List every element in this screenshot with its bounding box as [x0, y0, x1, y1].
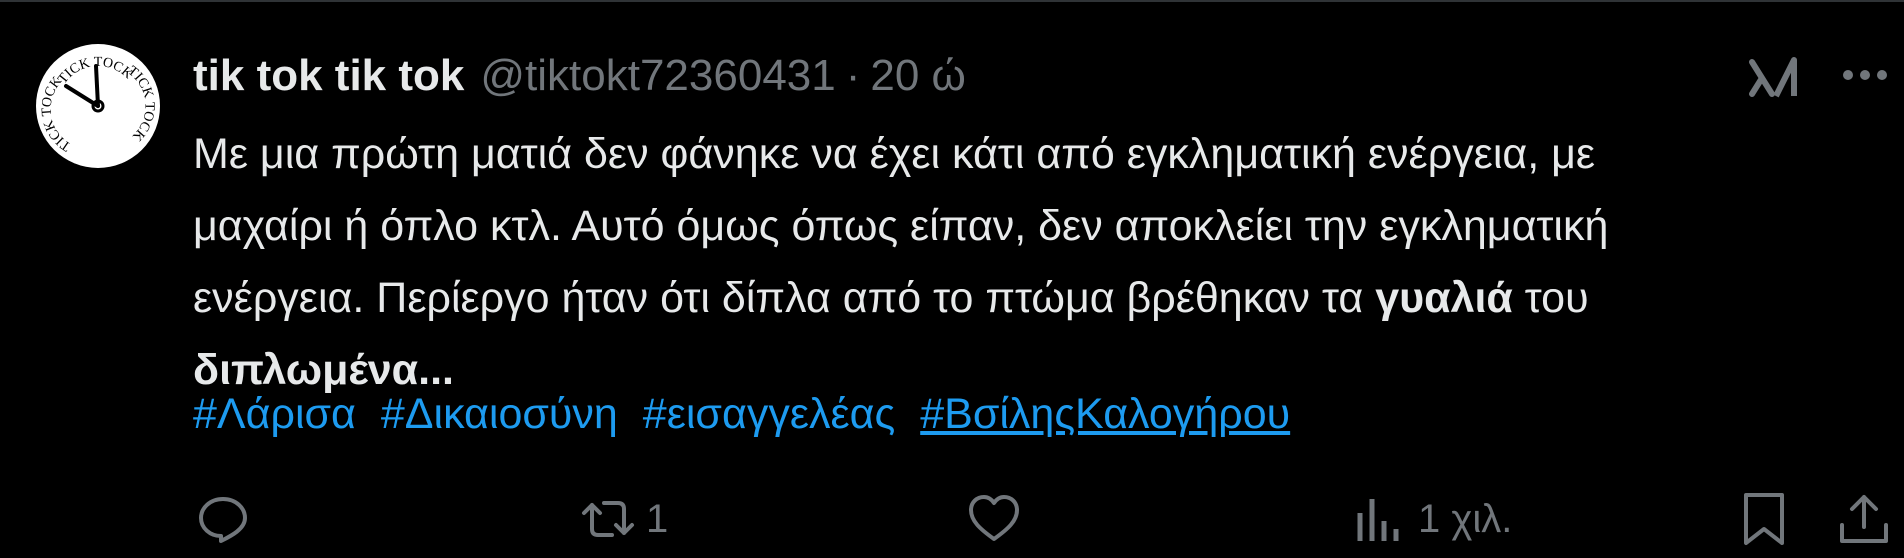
retweet-count: 1 [646, 496, 669, 541]
tweet-text-line-2: μαχαίρι ή όπλο κτλ. Αυτό όμως όπως είπαν… [193, 202, 1609, 250]
tweet-text-line-1: Με μια πρώτη ματιά δεν φάνηκε να έχει κά… [193, 130, 1596, 178]
clock-logo: TICK TOCK TICK TOCK TICK TOCK [38, 46, 158, 166]
tweet-text-segment: ενέργεια. Περίεργο ήταν ότι δίπλα από το… [193, 274, 1376, 322]
views-button[interactable]: 1 χιλ. [1352, 484, 1512, 554]
views-icon [1357, 499, 1399, 541]
share-button[interactable] [1836, 484, 1892, 554]
timestamp[interactable]: 20 ώ [870, 51, 966, 101]
reply-icon [199, 497, 247, 543]
like-button[interactable] [966, 484, 1032, 554]
user-handle[interactable]: @tiktokt72360431 [480, 51, 835, 101]
bookmark-icon [1744, 493, 1784, 545]
retweet-icon [582, 501, 634, 537]
grok-icon[interactable] [1748, 52, 1800, 104]
views-count: 1 χιλ. [1418, 496, 1513, 541]
separator-dot: · [845, 51, 861, 100]
bookmark-button[interactable] [1736, 484, 1792, 554]
hashtag-link[interactable]: #εισαγγελέας [643, 390, 895, 438]
tweet-text: Με μια πρώτη ματιά δεν φάνηκε να έχει κά… [193, 118, 1893, 406]
more-icon[interactable] [1840, 60, 1890, 90]
hashtag-link-hovered[interactable]: #ΒσίληςΚαλογήρου [920, 390, 1290, 438]
heart-icon [969, 495, 1019, 541]
top-divider [0, 0, 1904, 2]
tweet-text-bold: γυαλιά [1375, 274, 1513, 322]
tweet-header: tik tok tik tok @tiktokt72360431 · 20 ώ [193, 46, 966, 106]
hashtag-link[interactable]: #Δικαιοσύνη [381, 390, 618, 438]
tweet-text-segment: του [1512, 274, 1589, 322]
action-bar: 1 1 χιλ. [0, 484, 1904, 554]
retweet-button[interactable]: 1 [580, 484, 668, 554]
avatar[interactable]: TICK TOCK TICK TOCK TICK TOCK [36, 44, 160, 168]
reply-button[interactable] [195, 484, 261, 554]
display-name[interactable]: tik tok tik tok [193, 51, 464, 101]
share-icon [1840, 495, 1888, 543]
tweet-text-line-3: ενέργεια. Περίεργο ήταν ότι δίπλα από το… [193, 262, 1893, 334]
hashtag-list: #Λάρισα #Δικαιοσύνη #εισαγγελέας #Βσίλης… [193, 378, 1303, 450]
hashtag-link[interactable]: #Λάρισα [193, 390, 356, 438]
